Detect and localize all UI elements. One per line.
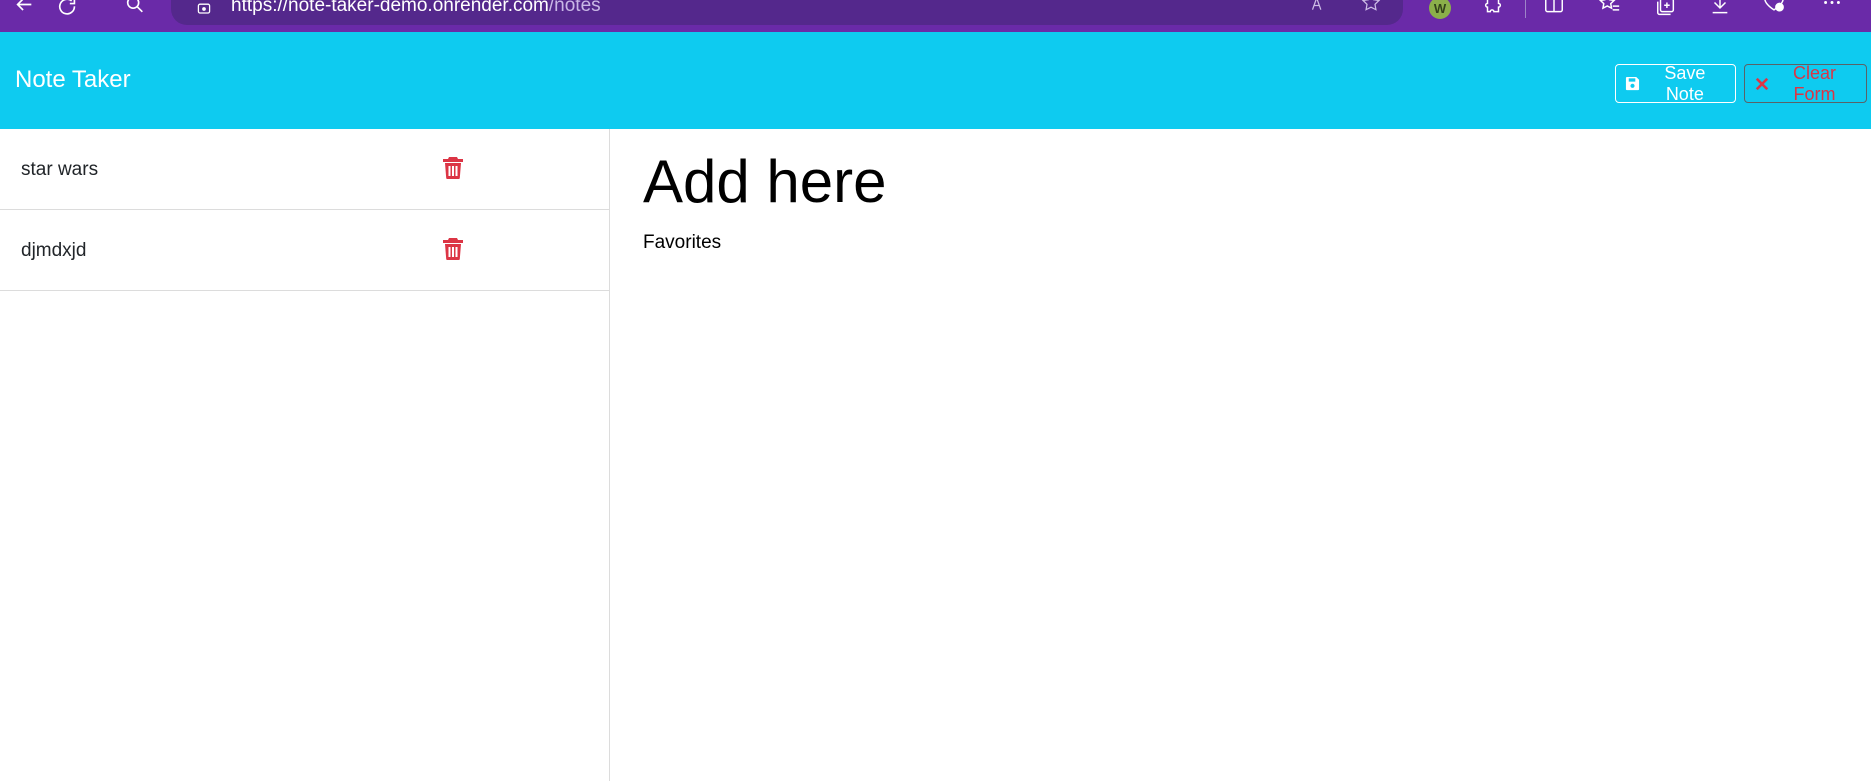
save-icon	[1625, 76, 1641, 92]
address-bar[interactable]: https://note-taker-demo.onrender.com/not…	[171, 0, 1403, 25]
clear-form-button[interactable]: Clear Form	[1744, 62, 1867, 104]
downloads-icon[interactable]	[1706, 0, 1734, 20]
search-button[interactable]	[121, 0, 149, 20]
lock-icon	[193, 0, 215, 18]
arrow-left-icon	[16, 0, 32, 11]
url-text[interactable]: https://note-taker-demo.onrender.com/not…	[231, 0, 601, 17]
close-icon	[1754, 76, 1769, 92]
collections-icon[interactable]	[1652, 0, 1680, 20]
browser-essentials-icon[interactable]	[1760, 0, 1788, 20]
note-title[interactable]: star wars	[21, 159, 98, 181]
save-note-button[interactable]: Save Note	[1615, 62, 1736, 104]
url-path: /notes	[548, 0, 601, 16]
note-editor: Add here Favorites	[611, 129, 1871, 781]
extensions-icon[interactable]	[1479, 0, 1507, 20]
avatar-letter: W	[1429, 0, 1451, 19]
notes-list: star wars djmdxjd	[0, 129, 610, 781]
clear-form-label: Clear Form	[1793, 62, 1837, 104]
url-host: https://note-taker-demo.onrender.com	[231, 0, 549, 16]
app-title[interactable]: Note Taker	[15, 66, 131, 94]
list-item[interactable]: star wars	[0, 129, 609, 210]
profile-avatar[interactable]: W	[1426, 0, 1454, 20]
refresh-button[interactable]	[54, 0, 82, 20]
search-icon	[126, 0, 143, 13]
note-title-input[interactable]: Add here	[643, 147, 1743, 216]
favorites-icon[interactable]	[1596, 0, 1624, 20]
toolbar-divider	[1525, 0, 1526, 18]
app-navbar: Note Taker Save Note Clear Form	[0, 32, 1871, 129]
save-note-label: Save Note	[1664, 62, 1706, 104]
refresh-icon	[58, 0, 76, 15]
more-menu-icon[interactable]	[1818, 0, 1846, 20]
read-aloud-icon[interactable]	[1307, 0, 1333, 18]
split-screen-icon[interactable]	[1540, 0, 1568, 20]
browser-toolbar: https://note-taker-demo.onrender.com/not…	[0, 0, 1871, 32]
favorite-star-icon[interactable]	[1358, 0, 1384, 18]
trash-icon[interactable]	[441, 155, 465, 181]
note-title[interactable]: djmdxjd	[21, 240, 86, 262]
list-item[interactable]: djmdxjd	[0, 210, 609, 291]
trash-icon[interactable]	[441, 236, 465, 262]
back-button[interactable]	[10, 0, 38, 20]
note-text-area[interactable]: Favorites	[643, 232, 1743, 254]
